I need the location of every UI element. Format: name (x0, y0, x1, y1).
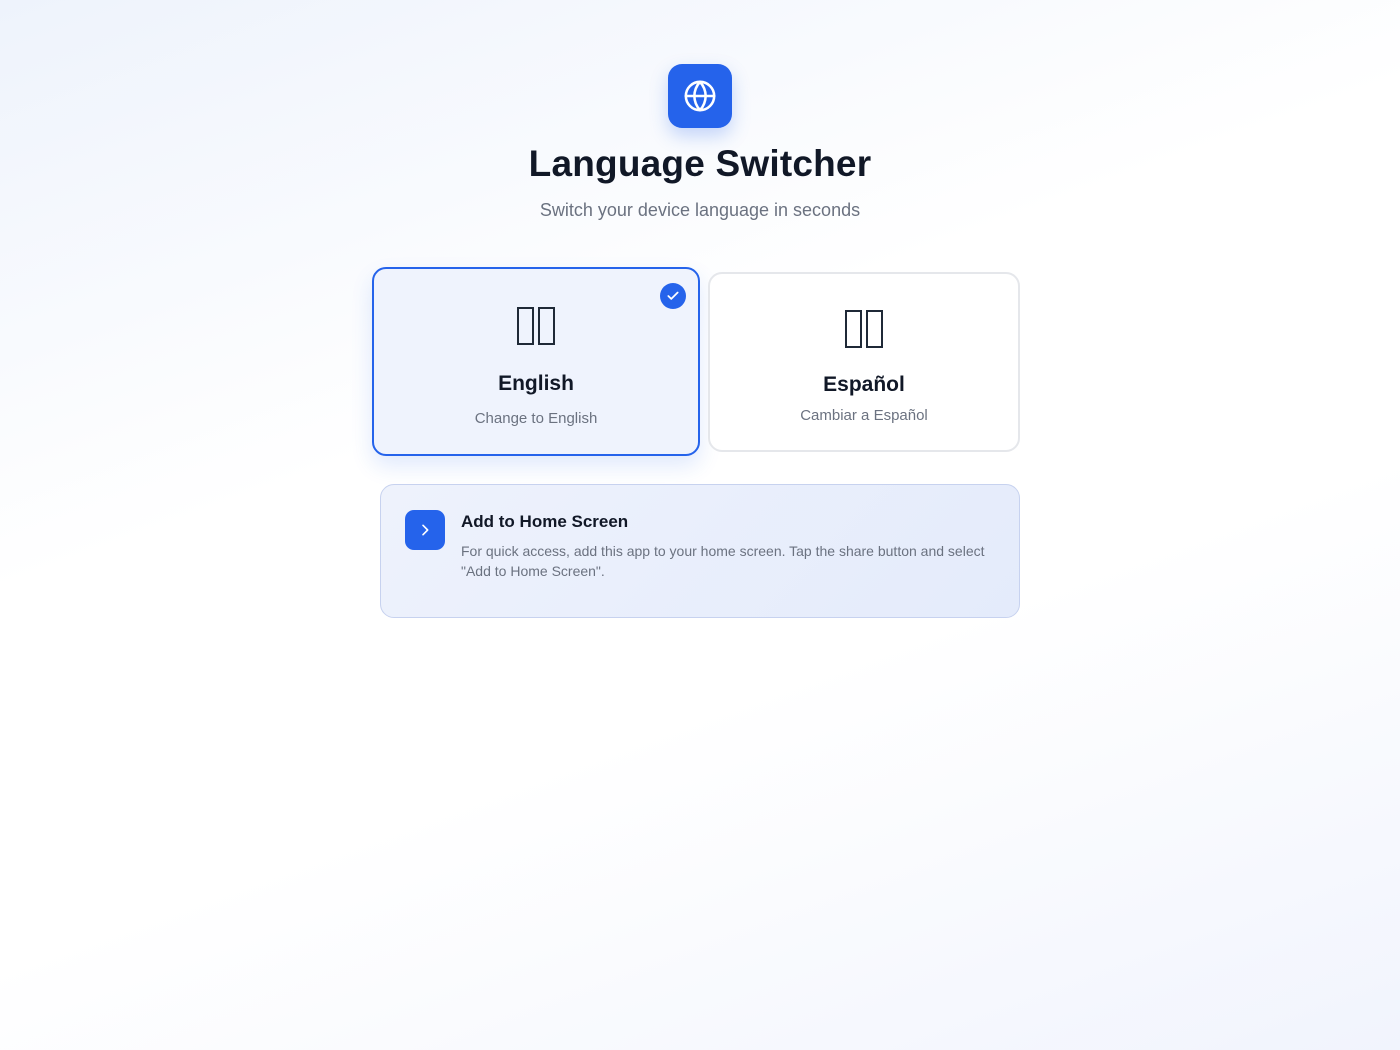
language-name: Español (823, 373, 905, 396)
language-option-espanol[interactable]: Español Cambiar a Español (708, 272, 1020, 452)
page-title: Language Switcher (528, 143, 872, 184)
language-action: Change to English (474, 410, 598, 427)
page-subtitle: Switch your device language in seconds (539, 200, 861, 220)
language-option-english[interactable]: English Change to English (372, 267, 700, 456)
globe-icon (684, 80, 716, 112)
flag-placeholder-icon (374, 307, 698, 345)
language-action: Cambiar a Español (800, 407, 928, 424)
tip-title: Add to Home Screen (461, 512, 629, 531)
add-to-home-screen-tip: Add to Home Screen For quick access, add… (380, 484, 1020, 618)
tip-icon-box (405, 510, 445, 550)
selected-check-badge (660, 283, 686, 309)
chevron-right-icon (422, 524, 429, 536)
check-icon (667, 291, 679, 300)
flag-placeholder-icon (710, 310, 1018, 348)
language-name: English (498, 372, 574, 395)
tip-body: For quick access, add this app to your h… (461, 543, 985, 579)
app-logo (668, 64, 732, 128)
